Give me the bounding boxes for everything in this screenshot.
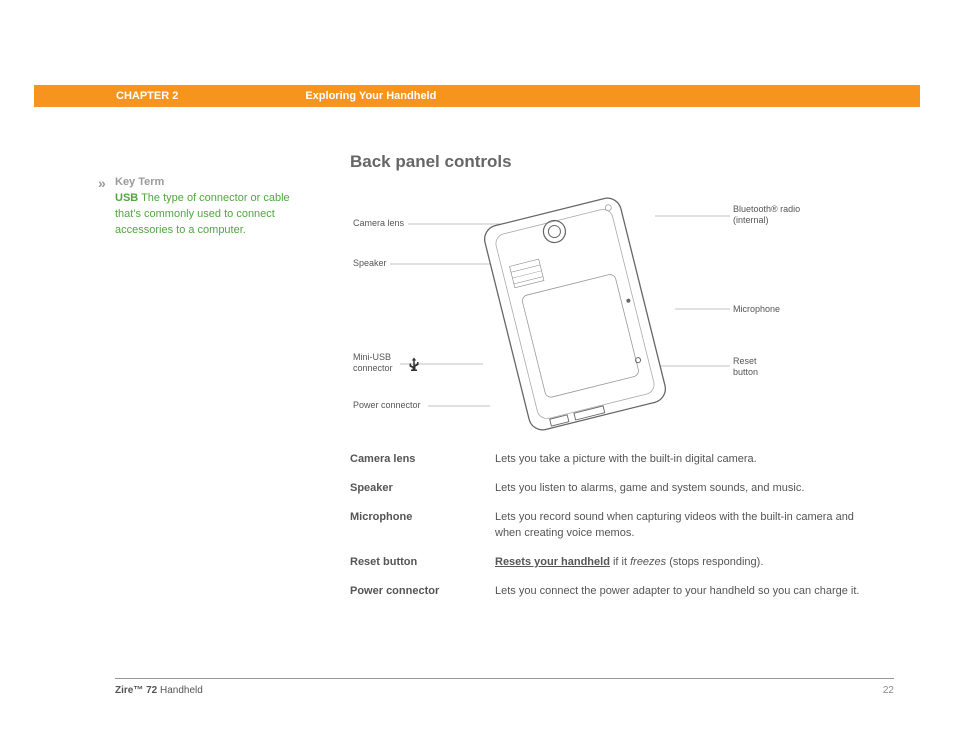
footer-product: Zire™ 72 Handheld — [115, 685, 203, 696]
usb-icon — [405, 356, 423, 374]
label-bluetooth: Bluetooth® radio (internal) — [733, 204, 823, 226]
desc-row: Microphone Lets you record sound when ca… — [350, 510, 870, 542]
key-term-sidebar: » Key Term USB The type of connector or … — [115, 175, 290, 239]
desc-def: Lets you listen to alarms, game and syst… — [495, 481, 870, 497]
desc-term: Camera lens — [350, 452, 495, 468]
label-camera-lens: Camera lens — [353, 218, 404, 229]
desc-term: Power connector — [350, 584, 495, 600]
desc-row: Power connector Lets you connect the pow… — [350, 584, 870, 600]
desc-row: Speaker Lets you listen to alarms, game … — [350, 481, 870, 497]
desc-row: Camera lens Lets you take a picture with… — [350, 452, 870, 468]
chevron-right-icon: » — [98, 173, 104, 193]
footer-product-bold: Zire™ 72 — [115, 685, 157, 696]
device-diagram: Camera lens Speaker Mini-USB connector P… — [350, 184, 850, 444]
label-microphone: Microphone — [733, 304, 780, 315]
page-heading: Back panel controls — [350, 152, 870, 172]
footer-product-rest: Handheld — [157, 685, 203, 696]
header-bar: CHAPTER 2 Exploring Your Handheld — [34, 85, 920, 107]
key-term-label: Key Term — [115, 176, 164, 188]
label-speaker: Speaker — [353, 258, 387, 269]
section-label: Exploring Your Handheld — [305, 90, 436, 102]
description-table: Camera lens Lets you take a picture with… — [350, 452, 870, 600]
desc-def: Lets you take a picture with the built-i… — [495, 452, 870, 468]
desc-term: Reset button — [350, 555, 495, 571]
desc-def: Resets your handheld if it freezes (stop… — [495, 555, 870, 571]
desc-def: Lets you record sound when capturing vid… — [495, 510, 870, 542]
footer-page-number: 22 — [883, 685, 894, 696]
reset-link[interactable]: Resets your handheld — [495, 556, 610, 568]
desc-def: Lets you connect the power adapter to yo… — [495, 584, 870, 600]
desc-row: Reset button Resets your handheld if it … — [350, 555, 870, 571]
key-term-body: The type of connector or cable that's co… — [115, 192, 290, 236]
chapter-label: CHAPTER 2 — [116, 90, 178, 102]
footer-divider — [115, 678, 894, 679]
label-reset-button: Reset button — [733, 356, 783, 378]
label-power-connector: Power connector — [353, 400, 421, 411]
desc-term: Speaker — [350, 481, 495, 497]
label-mini-usb: Mini-USB connector — [353, 352, 399, 374]
desc-term: Microphone — [350, 510, 495, 542]
main-content: Back panel controls — [350, 152, 870, 613]
key-term-name: USB — [115, 192, 138, 204]
desc-after: if it freezes (stops responding). — [610, 556, 763, 568]
